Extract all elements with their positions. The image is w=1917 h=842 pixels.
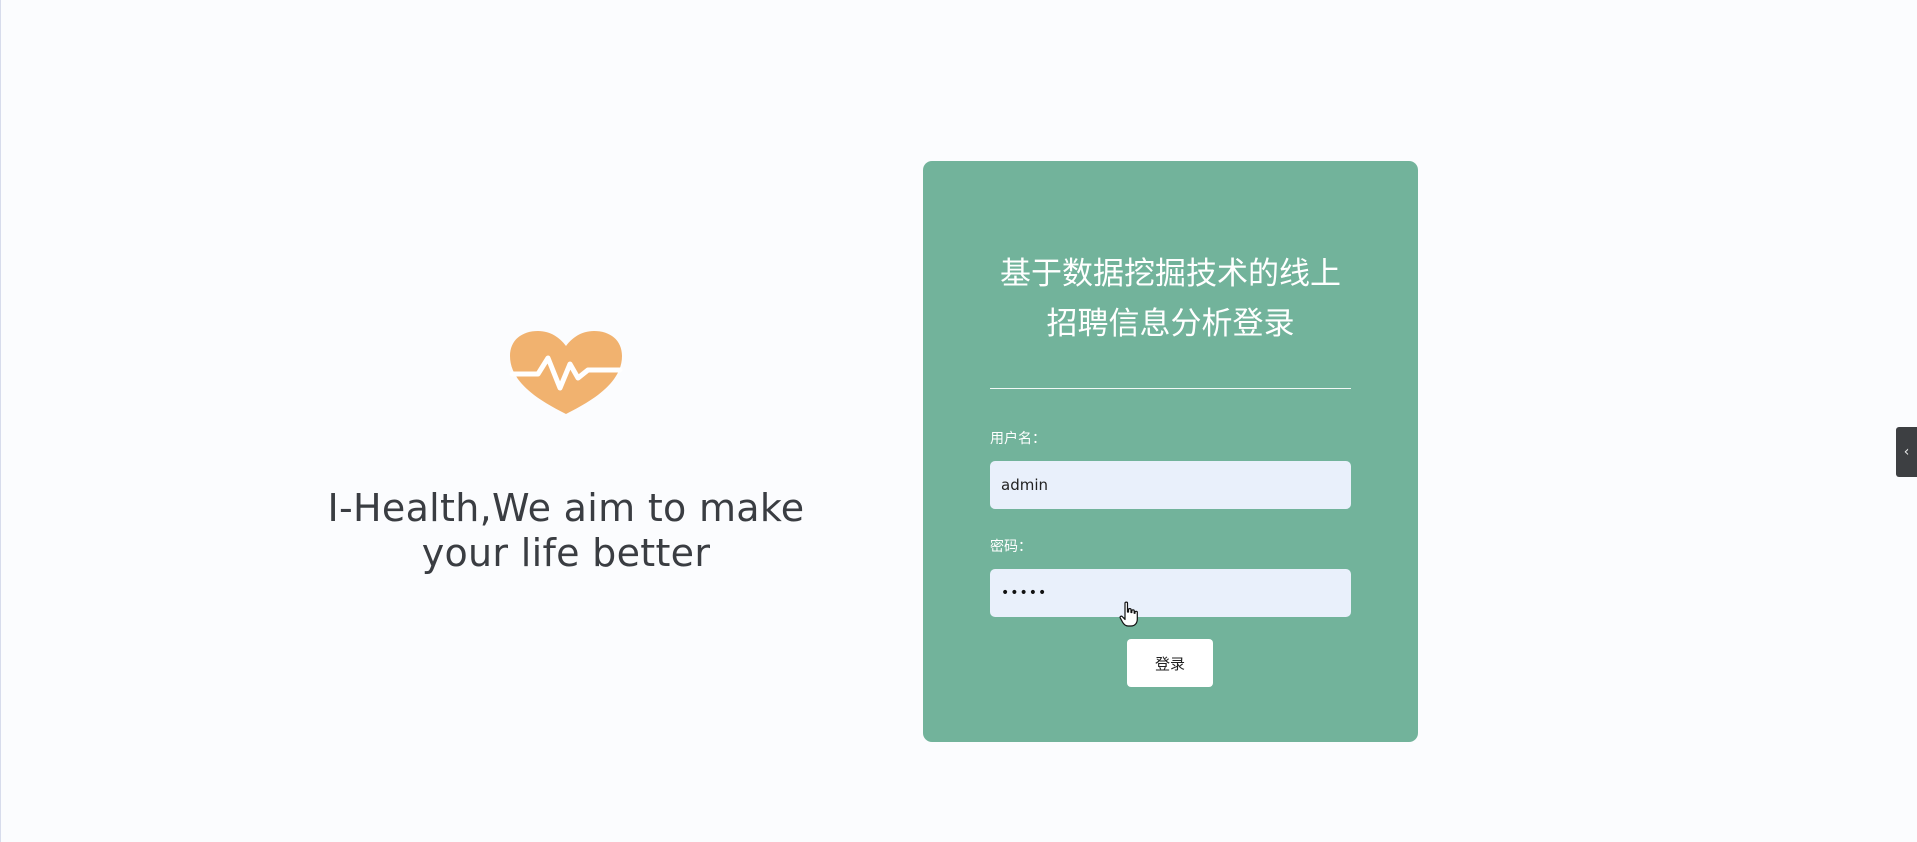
login-title: 基于数据挖掘技术的线上 招聘信息分析登录 (923, 249, 1418, 349)
login-page: I-Health,We aim to make your life better… (0, 0, 1917, 842)
password-label: 密码： (990, 539, 1032, 555)
hand-pointer-cursor-icon (1119, 601, 1138, 627)
username-label: 用户名： (990, 431, 1046, 447)
login-button[interactable]: 登录 (1127, 639, 1213, 687)
login-card: 基于数据挖掘技术的线上 招聘信息分析登录 用户名： 密码： ••••• 登录 (923, 161, 1418, 742)
slogan-text: I-Health,We aim to make your life better (291, 486, 841, 576)
title-divider (990, 388, 1351, 389)
sidebar-collapse-tab[interactable]: ‹ (1896, 427, 1917, 477)
login-title-line-2: 招聘信息分析登录 (1046, 306, 1295, 342)
password-masked-value: ••••• (1001, 585, 1048, 601)
slogan-line-2: your life better (421, 531, 711, 575)
login-title-line-1: 基于数据挖掘技术的线上 (1000, 256, 1341, 292)
heartbeat-heart-icon (509, 331, 623, 414)
hero-section: I-Health,We aim to make your life better (291, 330, 841, 576)
chevron-left-icon: ‹ (1903, 444, 1910, 460)
slogan-line-1: I-Health,We aim to make (327, 486, 805, 530)
password-input[interactable]: ••••• (990, 569, 1351, 617)
username-input[interactable] (990, 461, 1351, 509)
